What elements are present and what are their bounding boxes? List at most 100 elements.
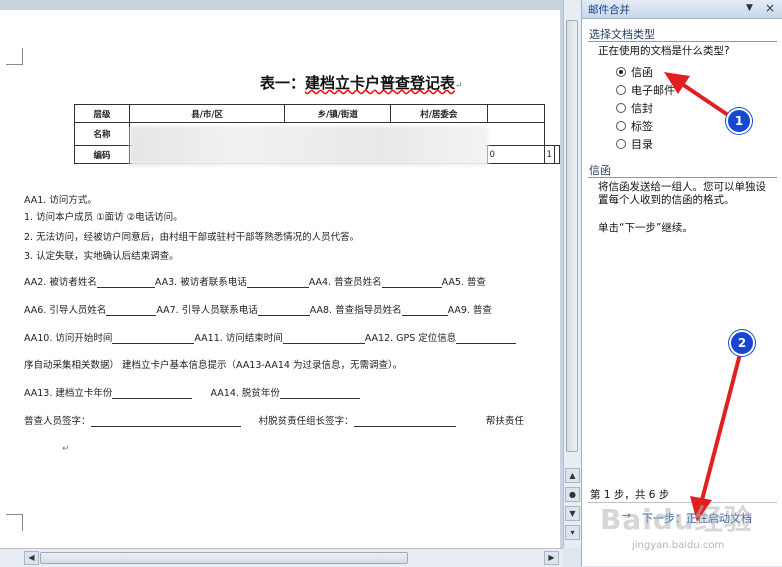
label-aa3: AA3. 被访者联系电话: [154, 277, 247, 288]
line-aa13-aa14: AA13. 建档立卡年份 AA14. 脱贫年份: [24, 385, 360, 399]
radio-directory-button[interactable]: [616, 139, 626, 149]
title-prefix: 表一：: [260, 74, 306, 92]
pane-title: 邮件合并: [588, 4, 630, 16]
doc-type-question: 正在使用的文档是什么类型?: [598, 45, 730, 57]
letter-description: 将信函发送给一组人。您可以单独设置每个人收到的信函的格式。: [598, 181, 766, 206]
blank-leader-sign[interactable]: [353, 416, 456, 427]
annotation-badge-1: 1: [726, 108, 752, 134]
scroll-left-button[interactable]: ◀: [24, 551, 39, 565]
section-letter-title: 信函: [589, 164, 611, 177]
blank-aa10[interactable]: [112, 333, 195, 344]
radio-envelope-label: 信封: [631, 102, 653, 115]
label-aa10: AA10. 访问开始时间: [24, 333, 113, 344]
crop-mark-top-left: [6, 48, 23, 65]
blank-aa7[interactable]: [257, 305, 310, 316]
label-aa7: AA7. 引导人员联系电话: [156, 305, 258, 316]
blank-aa3[interactable]: [246, 277, 309, 288]
radio-labels-button[interactable]: [616, 121, 626, 131]
label-aa9: AA9. 普查: [447, 305, 492, 316]
blank-surveyor-sign[interactable]: [90, 416, 241, 427]
line-aa1: AA1. 访问方式。: [24, 195, 97, 206]
cell-township: 乡/镇/街道: [284, 104, 392, 123]
section-select-doc-type-title: 选择文档类型: [589, 28, 655, 41]
section-divider-1: [588, 41, 777, 42]
label-aa2: AA2. 被访者姓名: [24, 277, 97, 288]
paragraph-mark-end: ↵: [62, 444, 70, 454]
radio-envelope-button[interactable]: [616, 103, 626, 113]
label-surveyor-sign: 普查人员签字：: [24, 416, 91, 427]
radio-letter[interactable]: 信函: [616, 64, 653, 80]
cell-name-label: 名称: [74, 122, 130, 146]
label-aa8: AA8. 普查指导员姓名: [309, 305, 402, 316]
document-area: 表一：建档立卡户普查登记表↵ 层级 县/市/区 乡/镇/街道 村/居委会 名称 …: [0, 0, 563, 548]
label-leader-sign: 村脱贫责任组长签字：: [258, 416, 354, 427]
select-browse-object-button[interactable]: ●: [565, 487, 580, 502]
line-aa10-aa12: AA10. 访问开始时间 AA11. 访问结束时间 AA12. GPS 定位信息: [24, 330, 517, 344]
annotation-badge-2: 2: [729, 330, 755, 356]
label-helper-sign: 帮扶责任: [485, 416, 524, 427]
radio-envelope[interactable]: 信封: [616, 100, 653, 116]
blank-aa12[interactable]: [456, 333, 517, 344]
line-option-3: 3. 认定失联，实地确认后结束调查。: [24, 251, 179, 262]
watermark-url: jingyan.baidu.com: [632, 540, 725, 551]
watermark-logo: Baidu经验: [600, 503, 753, 536]
radio-labels-label: 标签: [631, 120, 653, 133]
mail-merge-pane: 邮件合并 ▼ × 选择文档类型 正在使用的文档是什么类型? 信函 电子邮件 信封…: [581, 0, 782, 566]
blank-aa13[interactable]: [112, 388, 193, 399]
radio-email[interactable]: 电子邮件: [616, 82, 675, 98]
line-aa6-aa9: AA6. 引导人员姓名 AA7. 引导人员联系电话 AA8. 普查指导员姓名 AA9.…: [24, 302, 492, 316]
pane-close-icon[interactable]: ×: [765, 1, 775, 15]
scroll-down-button[interactable]: ▼: [565, 506, 580, 521]
blank-aa8[interactable]: [401, 305, 448, 316]
cell-empty: [486, 104, 545, 123]
radio-directory-label: 目录: [631, 138, 653, 151]
redacted-region: [130, 126, 488, 166]
radio-directory[interactable]: 目录: [616, 136, 653, 152]
next-instruction: 单击“下一步”继续。: [598, 222, 693, 234]
document-title: 表一：建档立卡户普查登记表↵: [260, 72, 463, 93]
horizontal-scroll-thumb[interactable]: [40, 552, 408, 564]
cell-level: 层级: [74, 104, 130, 123]
cell-code-label: 编码: [74, 145, 130, 164]
paragraph-mark: ↵: [455, 81, 463, 91]
document-page[interactable]: 表一：建档立卡户普查登记表↵ 层级 县/市/区 乡/镇/街道 村/居委会 名称 …: [0, 10, 560, 548]
blank-aa6[interactable]: [106, 305, 157, 316]
blank-aa2[interactable]: [96, 277, 155, 288]
vertical-scroll-thumb[interactable]: [566, 20, 578, 452]
line-aa2-aa5: AA2. 被访者姓名 AA3. 被访者联系电话 AA4. 普查员姓名 AA5. 普查: [24, 274, 486, 288]
line-option-1: 1. 访问本户成员 ①面访 ②电话访问。: [24, 212, 183, 223]
vertical-scrollbar[interactable]: ▲ ● ▼ ▾: [563, 0, 581, 548]
pane-dropdown-icon[interactable]: ▼: [746, 3, 753, 13]
blank-aa4[interactable]: [381, 277, 442, 288]
scroll-up-button[interactable]: ▲: [565, 468, 580, 483]
cell-county: 县/市/区: [128, 104, 286, 123]
radio-email-button[interactable]: [616, 85, 626, 95]
horizontal-scrollbar[interactable]: ◀ ▶: [0, 548, 563, 567]
line-gps-note: 序自动采集相关数据） 建档立卡户基本信息提示（AA13-AA14 为过录信息，无…: [24, 360, 403, 371]
title-main: 建档立卡户普查登记表: [305, 74, 456, 92]
label-aa5: AA5. 普查: [441, 277, 486, 288]
label-aa6: AA6. 引导人员姓名: [24, 305, 107, 316]
label-aa11: AA11. 访问结束时间: [194, 333, 283, 344]
browse-next-button[interactable]: ▾: [565, 525, 580, 540]
crop-mark-bottom-left: [6, 514, 23, 531]
line-option-2: 2. 无法访问，经被访户同意后，由村组干部或驻村干部等熟悉情况的人员代答。: [24, 232, 360, 243]
radio-labels[interactable]: 标签: [616, 118, 653, 134]
label-aa13: AA13. 建档立卡年份: [24, 388, 113, 399]
blank-aa11[interactable]: [282, 333, 365, 344]
line-signatures: 普查人员签字： 村脱贫责任组长签字： 帮扶责任: [24, 413, 524, 427]
cell-village: 村/居委会: [390, 104, 488, 123]
scroll-right-button[interactable]: ▶: [544, 551, 559, 565]
code-cell-empty: [553, 145, 560, 164]
radio-email-label: 电子邮件: [631, 84, 675, 97]
code-cell: 1: [543, 145, 555, 164]
blank-aa14[interactable]: [279, 388, 360, 399]
pane-header: 邮件合并 ▼ ×: [582, 0, 782, 19]
section-divider-2: [588, 177, 777, 178]
radio-letter-label: 信函: [631, 66, 653, 79]
radio-letter-button[interactable]: [616, 67, 626, 77]
label-aa4: AA4. 普查员姓名: [308, 277, 382, 288]
label-aa14: AA14. 脱贫年份: [210, 388, 280, 399]
label-aa12: AA12. GPS 定位信息: [364, 333, 457, 344]
code-cell: 0: [486, 145, 545, 164]
